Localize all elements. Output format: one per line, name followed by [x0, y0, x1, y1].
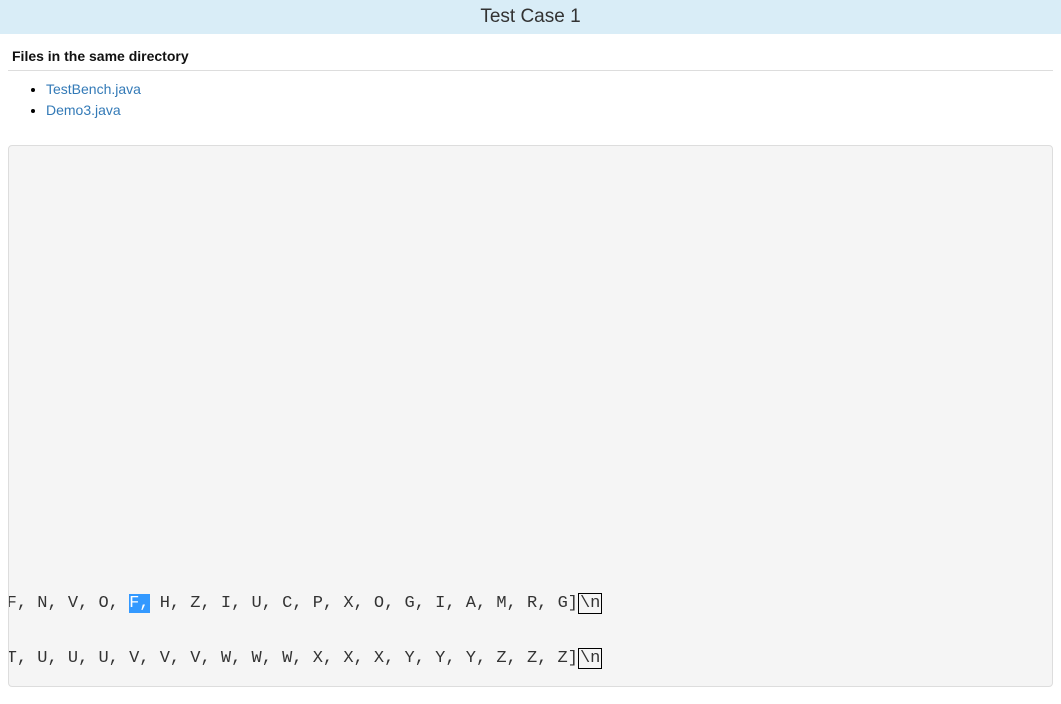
list-item: Demo3.java: [46, 100, 1061, 121]
eol-marker: \n: [578, 648, 602, 669]
file-link[interactable]: Demo3.java: [46, 102, 121, 118]
page-title: Test Case 1: [0, 0, 1061, 34]
divider: [8, 70, 1053, 71]
file-link[interactable]: TestBench.java: [46, 81, 141, 97]
output-line-1: , J, A, P, B, X, P, Q, Q, K, F, B, I, F,…: [9, 576, 1052, 631]
list-item: TestBench.java: [46, 79, 1061, 100]
output-content: , J, A, P, B, X, P, Q, Q, K, F, B, I, F,…: [9, 576, 1052, 686]
files-heading: Files in the same directory: [0, 34, 1061, 70]
highlighted-text: F,: [129, 594, 149, 613]
output-line-2: , P, Q, Q, Q, R, R, R, S, S, S, T, T, T,…: [9, 631, 1052, 686]
file-list: TestBench.java Demo3.java: [0, 79, 1061, 121]
eol-marker: \n: [578, 593, 602, 614]
output-panel: , J, A, P, B, X, P, Q, Q, K, F, B, I, F,…: [8, 145, 1053, 687]
output-scroll[interactable]: , J, A, P, B, X, P, Q, Q, K, F, B, I, F,…: [9, 576, 1052, 686]
